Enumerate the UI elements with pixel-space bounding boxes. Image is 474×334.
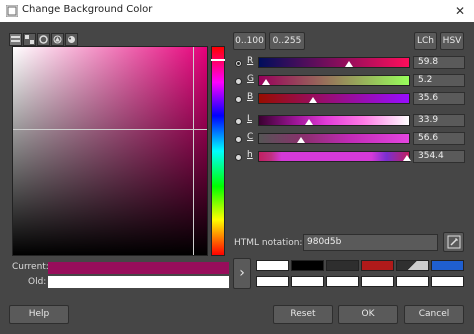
c-value-field[interactable]: 56.6 xyxy=(413,132,465,145)
history-color-5[interactable] xyxy=(396,260,429,271)
ok-button[interactable]: OK xyxy=(338,305,398,324)
h-slider-thumb[interactable] xyxy=(403,155,411,161)
app-icon xyxy=(6,5,18,17)
l-slider-track[interactable] xyxy=(258,115,410,126)
current-color-swatch xyxy=(48,262,229,274)
current-label: Current: xyxy=(12,262,49,272)
radio-b[interactable] xyxy=(235,96,242,103)
color-field[interactable] xyxy=(12,46,208,256)
history-color-6[interactable] xyxy=(431,260,464,271)
triangle-tab[interactable] xyxy=(51,33,64,46)
history-color-7[interactable] xyxy=(256,276,289,287)
lch-button[interactable]: LCh xyxy=(414,32,437,50)
history-color-2[interactable] xyxy=(291,260,324,271)
radio-g[interactable] xyxy=(235,78,242,85)
close-button[interactable]: ✕ xyxy=(446,0,474,22)
history-color-11[interactable] xyxy=(396,276,429,287)
crosshair-horizontal xyxy=(13,129,207,130)
hue-marker[interactable] xyxy=(211,59,225,61)
html-notation-label: HTML notation: xyxy=(234,238,303,248)
slider-row-l: L 33.9 xyxy=(233,114,468,128)
slider-row-r: R 59.8 xyxy=(233,56,468,70)
hue-strip[interactable] xyxy=(211,46,225,256)
palette-tab[interactable] xyxy=(65,33,78,46)
history-color-9[interactable] xyxy=(326,276,359,287)
slider-row-c: C 56.6 xyxy=(233,132,468,146)
r-slider-track[interactable] xyxy=(258,57,410,68)
title-bar: Change Background Color ✕ xyxy=(0,0,474,22)
history-color-12[interactable] xyxy=(431,276,464,287)
slider-row-h: h 354.4 xyxy=(233,150,468,164)
h-value-field[interactable]: 354.4 xyxy=(413,150,465,163)
slider-row-b: B 35.6 xyxy=(233,92,468,106)
grid-icon xyxy=(25,35,34,44)
chevron-right-icon: › xyxy=(239,265,245,281)
h-slider-track[interactable] xyxy=(258,151,410,162)
close-icon: ✕ xyxy=(454,4,466,18)
radio-c[interactable] xyxy=(235,136,242,143)
b-value-field[interactable]: 35.6 xyxy=(413,92,465,105)
help-button[interactable]: Help xyxy=(9,305,69,324)
wheel-tab[interactable] xyxy=(37,33,50,46)
l-slider-thumb[interactable] xyxy=(305,119,313,125)
scales-icon xyxy=(11,36,20,42)
window-title: Change Background Color xyxy=(22,4,153,15)
radio-h[interactable] xyxy=(235,154,242,161)
c-slider-track[interactable] xyxy=(258,133,410,144)
cancel-button[interactable]: Cancel xyxy=(404,305,464,324)
c-slider-thumb[interactable] xyxy=(297,137,305,143)
history-color-4[interactable] xyxy=(361,260,394,271)
old-color-swatch[interactable] xyxy=(48,276,229,288)
hsv-button[interactable]: HSV xyxy=(440,32,464,50)
eyedropper-icon xyxy=(447,235,460,249)
b-slider-thumb[interactable] xyxy=(309,97,317,103)
g-slider-track[interactable] xyxy=(258,75,410,86)
l-value-field[interactable]: 33.9 xyxy=(413,114,465,127)
old-label: Old: xyxy=(28,277,47,287)
history-color-10[interactable] xyxy=(361,276,394,287)
r-value-field[interactable]: 59.8 xyxy=(413,56,465,69)
history-color-3[interactable] xyxy=(326,260,359,271)
range-0-255-button[interactable]: 0..255 xyxy=(269,32,305,50)
history-color-8[interactable] xyxy=(291,276,324,287)
radio-l[interactable] xyxy=(235,118,242,125)
g-slider-thumb[interactable] xyxy=(262,79,270,85)
crosshair-vertical xyxy=(193,47,194,255)
color-picker-button[interactable] xyxy=(443,232,464,252)
b-slider-track[interactable] xyxy=(258,93,410,104)
palette-icon xyxy=(68,36,75,43)
grid-tab[interactable] xyxy=(23,33,36,46)
range-0-100-button[interactable]: 0..100 xyxy=(233,32,266,50)
add-to-history-button[interactable]: › xyxy=(233,258,251,289)
triangle-icon xyxy=(53,35,62,44)
history-color-1[interactable] xyxy=(256,260,289,271)
reset-button[interactable]: Reset xyxy=(273,305,333,324)
radio-r[interactable] xyxy=(235,60,242,67)
slider-row-g: G 5.2 xyxy=(233,74,468,88)
wheel-icon xyxy=(39,35,48,44)
g-value-field[interactable]: 5.2 xyxy=(413,74,465,87)
scales-tab[interactable] xyxy=(9,33,22,46)
r-slider-thumb[interactable] xyxy=(345,61,353,67)
html-notation-input[interactable]: 980d5b xyxy=(303,234,438,251)
